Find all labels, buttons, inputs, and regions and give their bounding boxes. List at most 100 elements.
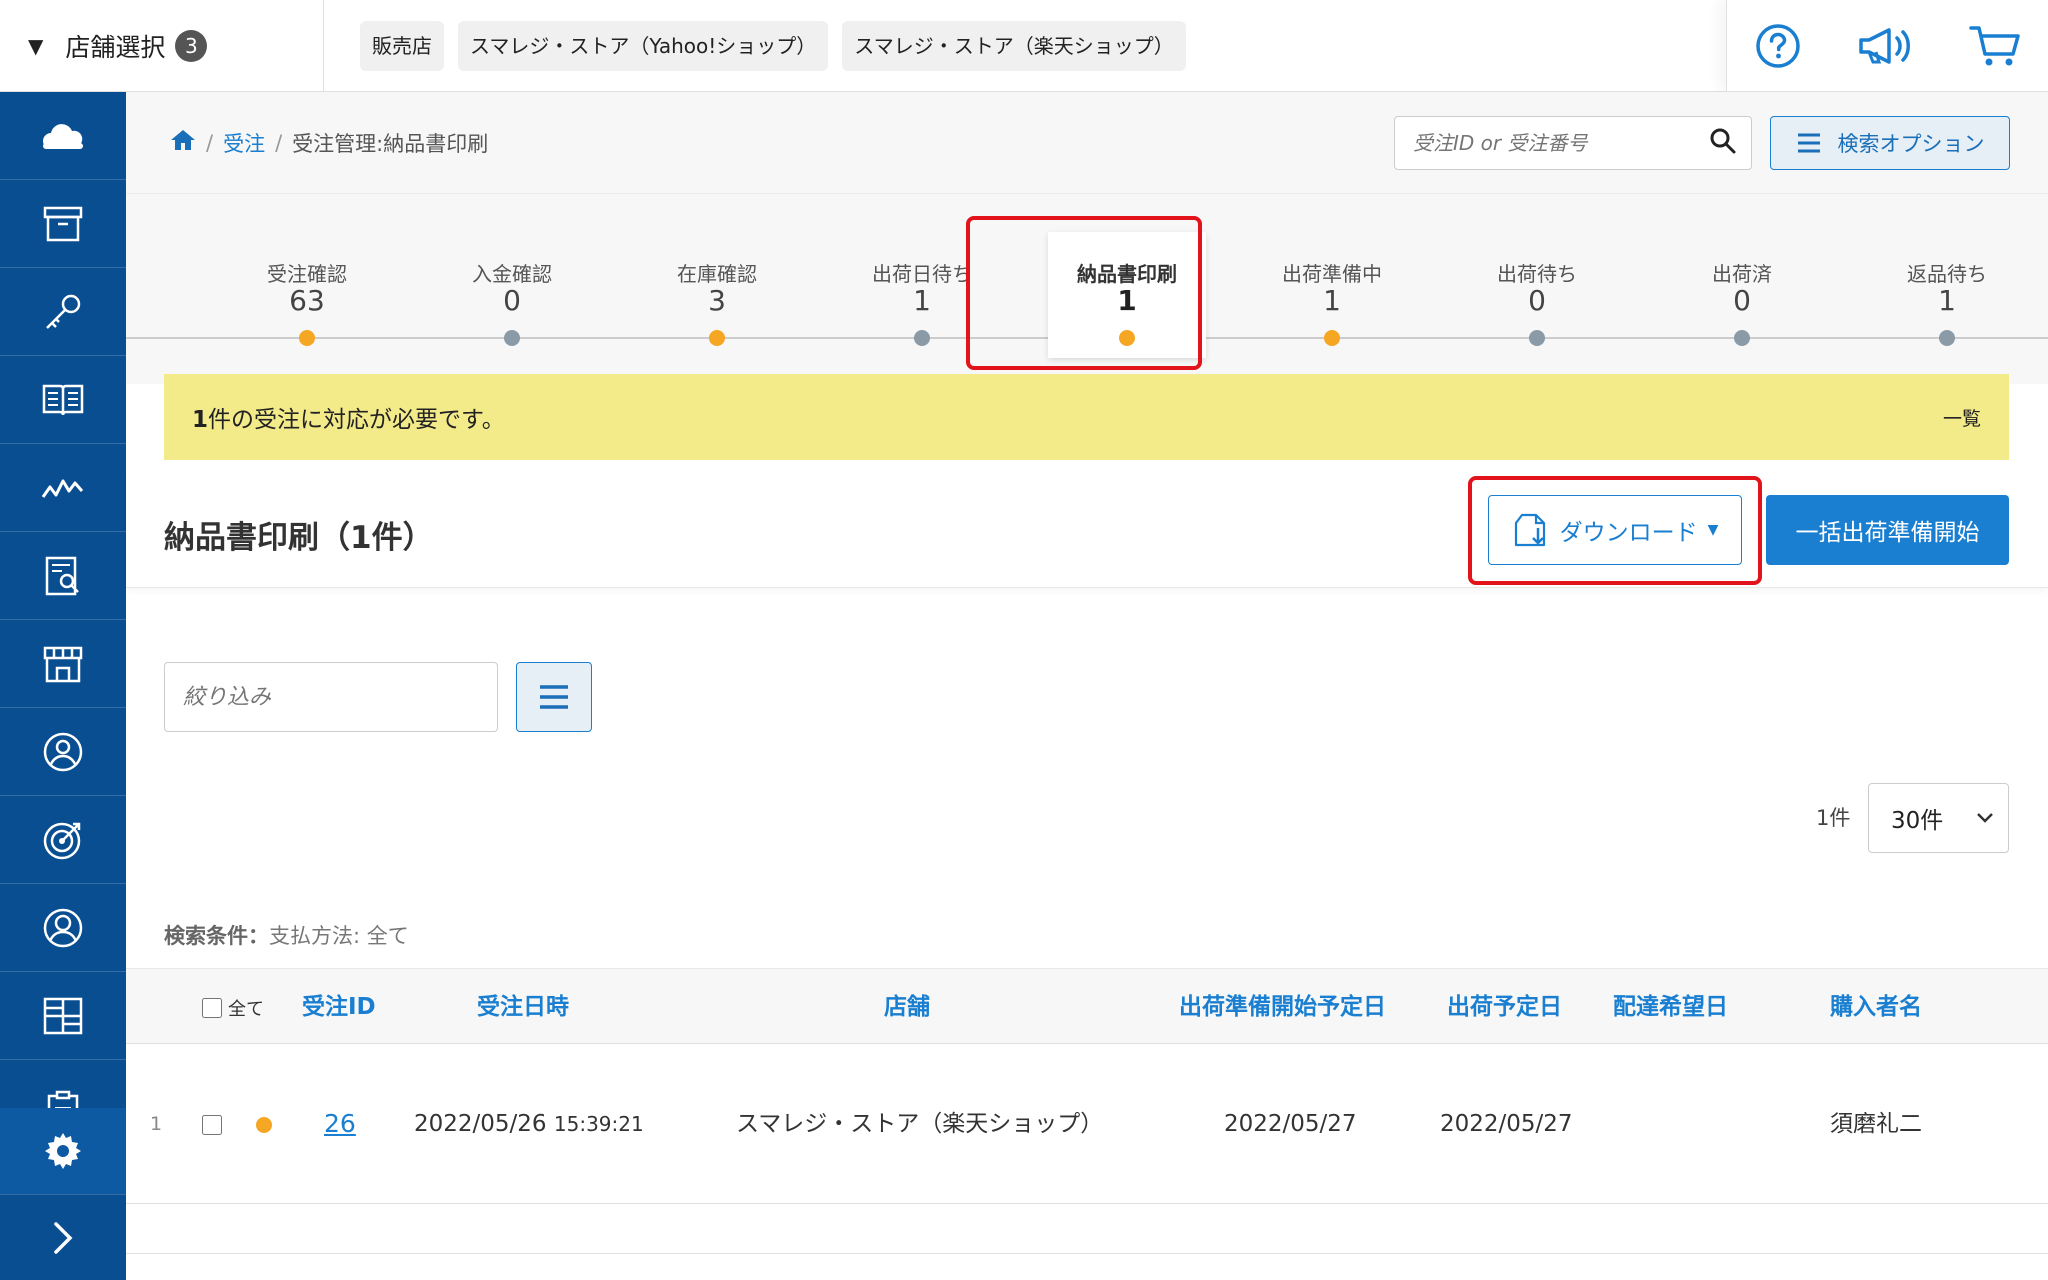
status-tabs: 受注確認 63 入金確認 0 在庫確認 3 出荷日待ち 1 納品書印刷 1 出荷… xyxy=(126,194,2048,384)
notice-message: 1件の受注に対応が必要です。 xyxy=(192,400,1943,434)
tab-stock-confirm[interactable]: 在庫確認 3 xyxy=(632,194,802,354)
notice-count: 1 xyxy=(192,407,209,433)
help-icon[interactable] xyxy=(1754,22,1802,70)
sidebar-item-key[interactable] xyxy=(0,268,126,356)
sidebar-item-grid[interactable] xyxy=(0,972,126,1060)
sidebar-expand-button[interactable] xyxy=(0,1194,126,1280)
sidebar-item-cloud[interactable] xyxy=(0,92,126,180)
tab-label: 返品待ち xyxy=(1907,262,1987,286)
column-header-order-id[interactable]: 受注ID xyxy=(302,969,376,1045)
store-chip[interactable]: 販売店 xyxy=(360,20,444,71)
row-store: スマレジ・ストア（楽天ショップ） xyxy=(736,1111,1104,1137)
table-row-placeholder xyxy=(126,1204,2048,1254)
breadcrumb: / 受注 / 受注管理:納品書印刷 xyxy=(170,128,1394,158)
home-icon[interactable] xyxy=(170,128,196,157)
download-label: ダウンロード xyxy=(1559,520,1698,546)
tab-wait-ship-date[interactable]: 出荷日待ち 1 xyxy=(837,194,1007,354)
row-number: 1 xyxy=(150,1113,163,1135)
notice-list-link[interactable]: 一覧 xyxy=(1943,404,1981,431)
sidebar-item-customer[interactable] xyxy=(0,708,126,796)
sidebar-item-user[interactable] xyxy=(0,884,126,972)
caret-down-icon: ▼ xyxy=(1707,522,1719,538)
search-option-button[interactable]: 検索オプション xyxy=(1770,115,2010,170)
store-count-badge: 3 xyxy=(175,29,208,62)
tab-shipped[interactable]: 出荷済 0 xyxy=(1657,194,1827,354)
chevron-right-icon xyxy=(54,1221,73,1254)
main-content: / 受注 / 受注管理:納品書印刷 検索オプション 受注確認 63 入金確認 0 xyxy=(126,92,2048,1280)
select-all-input[interactable] xyxy=(202,998,222,1018)
tab-count: 0 xyxy=(1733,284,1751,317)
tab-order-confirm[interactable]: 受注確認 63 xyxy=(222,194,392,354)
book-icon xyxy=(42,384,84,415)
download-button[interactable]: ダウンロード ▼ xyxy=(1488,495,1742,565)
search-condition-value: 支払方法: 全て xyxy=(269,924,409,948)
order-id-link[interactable]: 26 xyxy=(324,1109,356,1138)
sidebar-item-target[interactable] xyxy=(0,796,126,884)
column-header-ship-date[interactable]: 出荷予定日 xyxy=(1447,969,1562,1045)
search-condition: 検索条件：支払方法: 全て xyxy=(164,920,409,950)
archive-icon xyxy=(43,206,83,241)
sidebar-item-report[interactable] xyxy=(0,532,126,620)
chevron-down-icon xyxy=(1977,813,1993,823)
per-page-value: 30件 xyxy=(1891,808,1944,834)
status-dot xyxy=(709,330,725,346)
action-required-notice: 1件の受注に対応が必要です。 一覧 xyxy=(164,374,2009,460)
chart-icon xyxy=(41,479,84,498)
tab-count: 1 xyxy=(1938,284,1956,317)
breadcrumb-separator: / xyxy=(275,130,283,155)
tab-count: 0 xyxy=(1528,284,1546,317)
column-header-prep-date[interactable]: 出荷準備開始予定日 xyxy=(1179,969,1386,1045)
cart-icon[interactable] xyxy=(1968,22,2022,70)
download-file-icon xyxy=(1514,513,1545,547)
store-chip[interactable]: スマレジ・ストア（Yahoo!ショップ） xyxy=(458,20,829,71)
gear-icon xyxy=(45,1133,81,1169)
tab-payment-confirm[interactable]: 入金確認 0 xyxy=(427,194,597,354)
search-option-label: 検索オプション xyxy=(1837,131,1985,156)
row-prep-date: 2022/05/27 xyxy=(1224,1111,1357,1137)
cloud-icon xyxy=(43,123,83,149)
settings-button[interactable] xyxy=(0,1108,126,1194)
breadcrumb-orders-link[interactable]: 受注 xyxy=(223,128,265,158)
per-page-select[interactable]: 30件 xyxy=(1868,783,2009,853)
row-checkbox[interactable] xyxy=(202,1044,222,1204)
column-header-delivery-date[interactable]: 配達希望日 xyxy=(1613,969,1728,1045)
tab-label: 出荷日待ち xyxy=(872,262,972,286)
announcement-icon[interactable] xyxy=(1855,22,1915,70)
order-search-input[interactable] xyxy=(1413,130,1709,155)
status-dot xyxy=(299,330,315,346)
target-icon xyxy=(43,822,81,859)
status-dot xyxy=(1119,330,1135,346)
column-header-store[interactable]: 店舗 xyxy=(884,969,930,1045)
store-select-dropdown[interactable]: ▼ 店舗選択 3 xyxy=(0,0,324,92)
table-row[interactable]: 1 26 2022/05/26 15:39:21 スマレジ・ストア（楽天ショップ… xyxy=(126,1044,2048,1204)
sidebar-item-archive[interactable] xyxy=(0,180,126,268)
sidebar-item-store[interactable] xyxy=(0,620,126,708)
tab-count: 0 xyxy=(503,284,521,317)
tab-count: 1 xyxy=(1323,284,1341,317)
tab-label: 出荷準備中 xyxy=(1282,262,1382,286)
select-all-label: 全て xyxy=(228,999,264,1020)
sidebar-item-analytics[interactable] xyxy=(0,444,126,532)
search-condition-label: 検索条件： xyxy=(164,924,269,948)
tab-preparing-shipment[interactable]: 出荷準備中 1 xyxy=(1247,194,1417,354)
column-menu-button[interactable] xyxy=(516,662,592,732)
store-chip[interactable]: スマレジ・ストア（楽天ショップ） xyxy=(842,20,1186,71)
tab-count: 1 xyxy=(913,284,931,317)
select-all-checkbox[interactable]: 全て xyxy=(202,995,264,1021)
tab-label: 在庫確認 xyxy=(677,262,757,286)
sidebar-item-book[interactable] xyxy=(0,356,126,444)
orders-table-header: 全て 受注ID 受注日時 店舗 出荷準備開始予定日 出荷予定日 配達希望日 購入… xyxy=(126,968,2048,1044)
tab-label: 出荷済 xyxy=(1712,262,1772,286)
tab-waiting-shipment[interactable]: 出荷待ち 0 xyxy=(1452,194,1622,354)
bulk-start-prep-button[interactable]: 一括出荷準備開始 xyxy=(1766,495,2009,565)
search-icon[interactable] xyxy=(1709,127,1737,159)
row-checkbox-input[interactable] xyxy=(202,1114,222,1135)
tab-waiting-return[interactable]: 返品待ち 1 xyxy=(1862,194,2032,354)
filter-input[interactable] xyxy=(164,662,498,732)
store-select-label: 店舗選択 xyxy=(65,32,166,62)
tab-delivery-slip-print[interactable]: 納品書印刷 1 xyxy=(1042,194,1212,358)
column-header-order-date[interactable]: 受注日時 xyxy=(477,969,569,1045)
breadcrumb-current: 受注管理:納品書印刷 xyxy=(292,131,489,156)
column-header-buyer[interactable]: 購入者名 xyxy=(1830,969,1922,1045)
row-buyer: 須磨礼二 xyxy=(1830,1111,1922,1137)
